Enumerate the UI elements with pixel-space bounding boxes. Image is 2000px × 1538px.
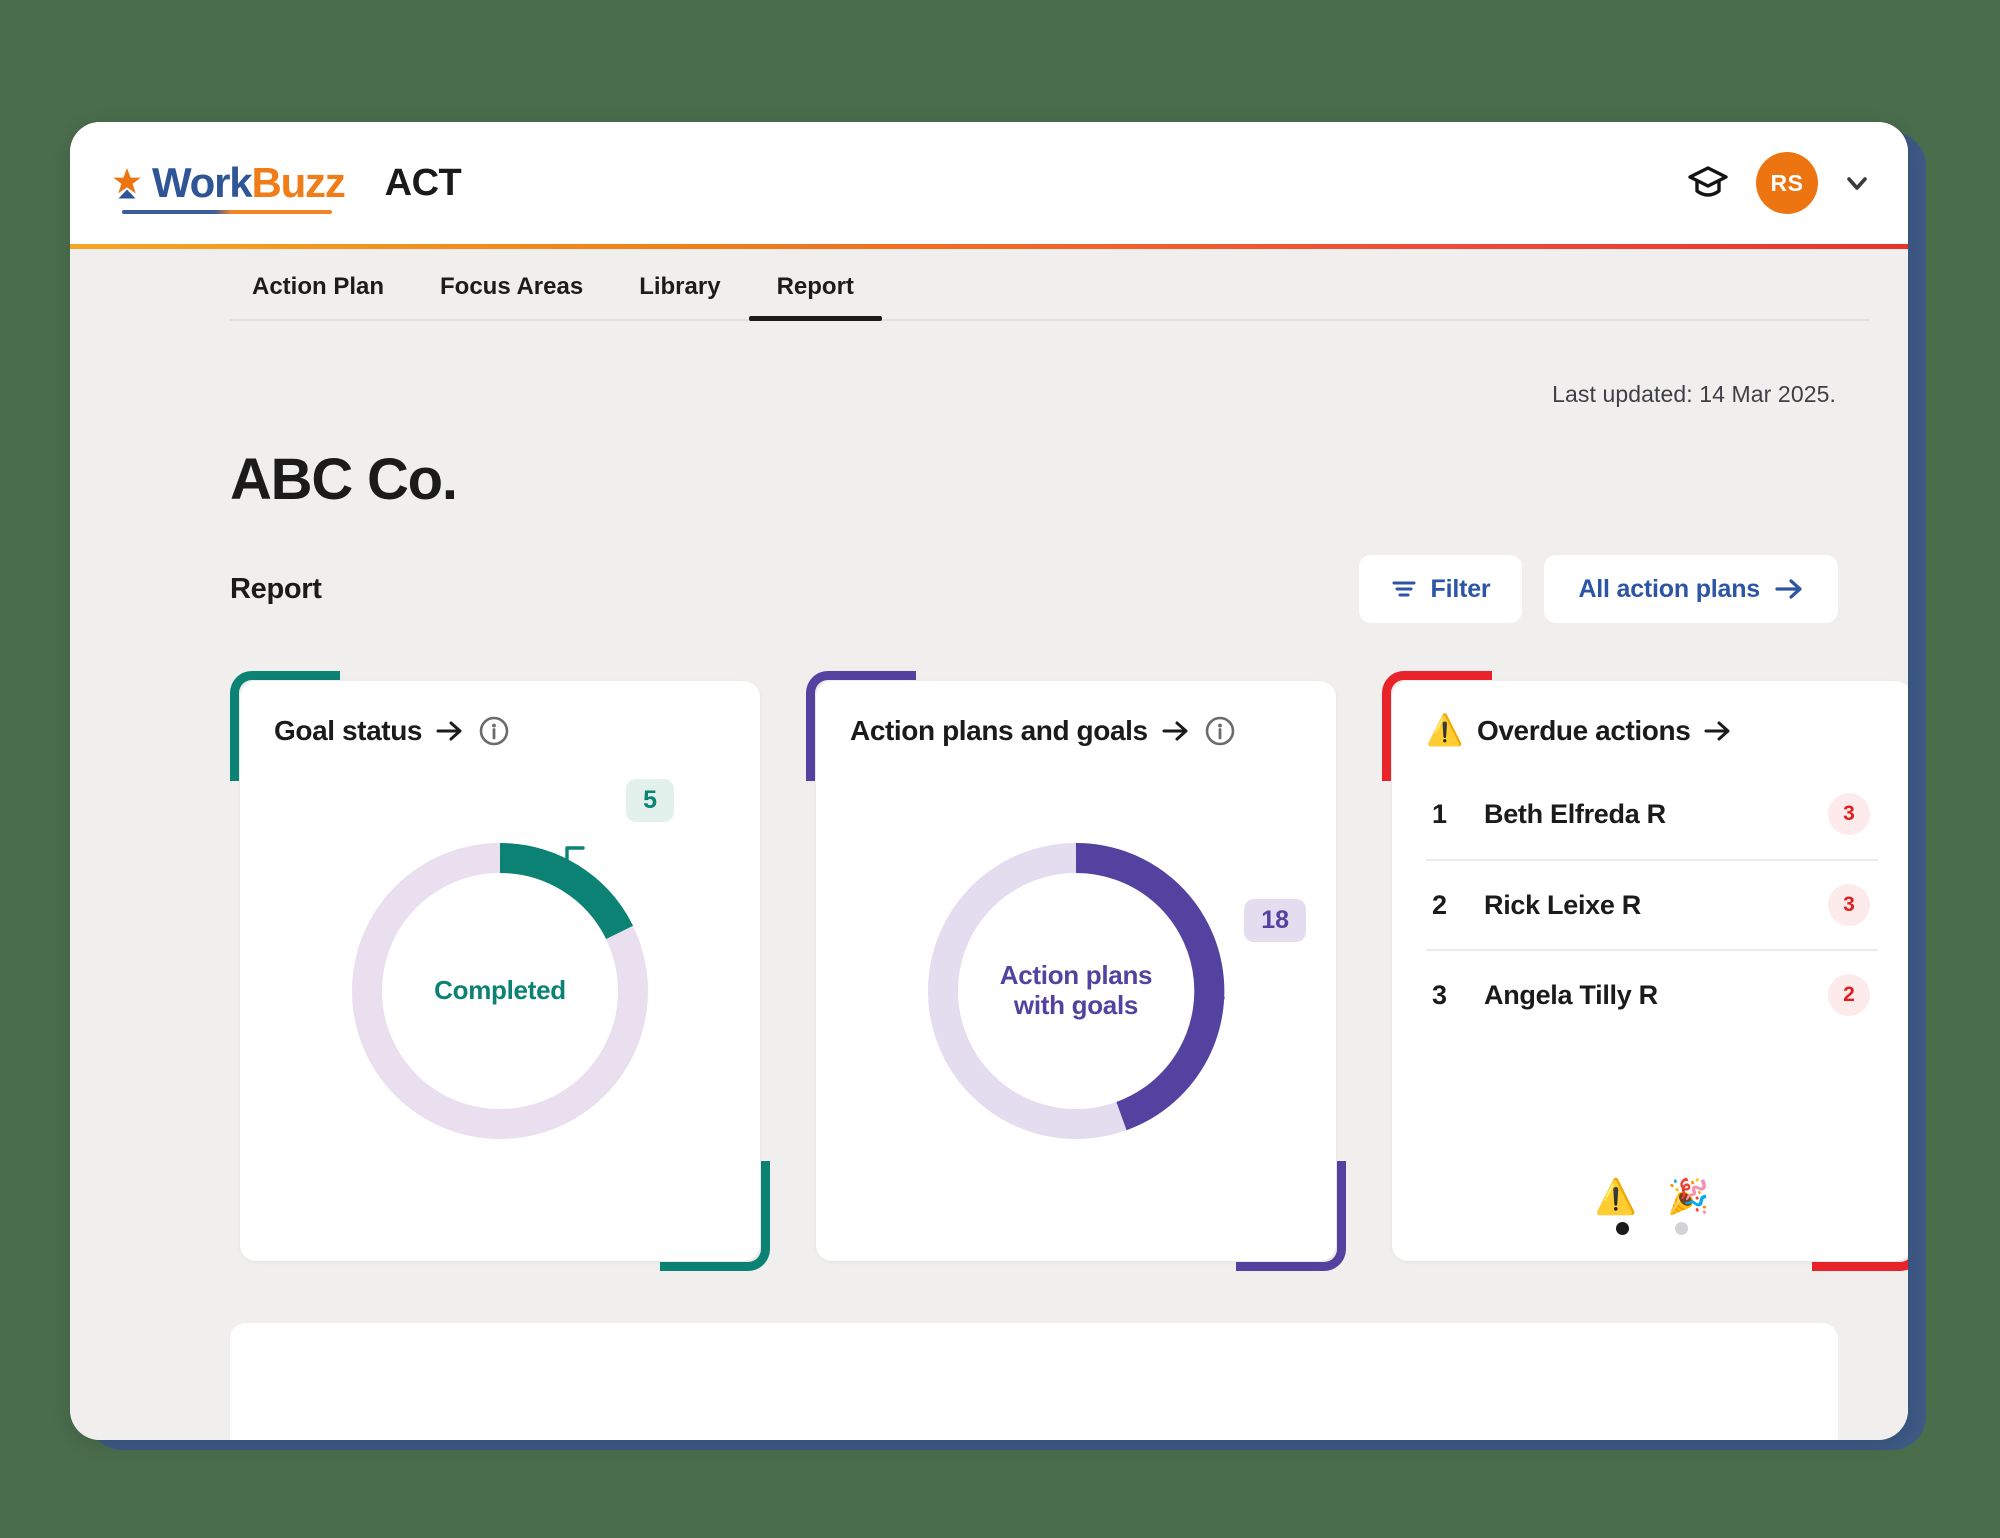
warning-icon: ⚠️ [1426,714,1463,747]
filter-button-label: Filter [1430,574,1491,603]
tab-report[interactable]: Report [748,273,883,321]
goal-status-title: Goal status [274,715,423,746]
action-plans-donut-chart [928,842,1225,1139]
all-action-plans-button[interactable]: All action plans [1544,555,1838,623]
page-title: ABC Co. [230,447,458,512]
card-carousel: ⚠️ 🎉 [1426,1180,1878,1235]
info-circle-icon[interactable] [478,715,510,747]
overdue-actions-card: ⚠️ Overdue actions 1 Beth Elfreda R 3 2 … [1382,671,1908,1271]
arrow-right-icon [436,719,464,743]
filter-icon [1391,576,1417,602]
carousel-dot-1[interactable] [1616,1222,1629,1235]
rank-number: 3 [1432,979,1448,1010]
list-item[interactable]: 3 Angela Tilly R 2 [1426,949,1878,1039]
arrow-right-icon [1774,576,1804,602]
top-bar: WorkBuzz ACT RS [70,122,1908,244]
all-action-plans-label: All action plans [1578,574,1760,603]
person-name: Rick Leixe R [1484,889,1641,920]
arrow-right-icon [1704,719,1732,743]
info-circle-icon[interactable] [1204,715,1236,747]
goal-status-card: Goal status Completed 5 [230,671,770,1271]
warning-icon[interactable]: ⚠️ [1595,1180,1637,1214]
overdue-count-badge: 2 [1828,974,1870,1016]
overdue-title-group[interactable]: ⚠️ Overdue actions [1426,715,1732,747]
action-plans-goals-card: Action plans and goals Action plans with… [806,671,1346,1271]
overdue-list: 1 Beth Elfreda R 3 2 Rick Leixe R 3 3 An… [1426,769,1878,1039]
subhead-row: Report Filter All action plans [230,555,1838,623]
action-plans-title-group[interactable]: Action plans and goals [850,715,1190,747]
goal-status-card-header: Goal status [274,715,726,747]
filter-button[interactable]: Filter [1358,555,1523,623]
star-icon [108,164,146,202]
arrow-right-icon [1162,719,1190,743]
section-title: Report [230,572,322,605]
logo-underline [122,210,332,214]
overdue-card-header: ⚠️ Overdue actions [1426,715,1878,747]
goal-status-donut-chart [352,842,648,1139]
tab-focus-areas[interactable]: Focus Areas [412,273,611,319]
app-tag: ACT [384,161,462,204]
tab-bar: Action Plan Focus Areas Library Report [70,249,1908,321]
bottom-panel [230,1323,1838,1440]
report-actions: Filter All action plans [1358,555,1838,623]
action-plans-value-badge: 18 [1244,899,1306,942]
goal-status-title-group[interactable]: Goal status [274,715,464,747]
overdue-title: Overdue actions [1476,715,1691,746]
goal-status-donut-area: Completed 5 [274,747,726,1235]
graduation-cap-icon[interactable] [1686,161,1730,205]
workbuzz-logo[interactable]: WorkBuzz [108,159,346,206]
carousel-slide-icons: ⚠️ 🎉 [1595,1180,1710,1214]
list-item[interactable]: 2 Rick Leixe R 3 [1426,859,1878,949]
logo-text-work: Work [152,159,253,206]
logo-text-buzz: Buzz [251,159,345,206]
app-window: WorkBuzz ACT RS Action Plan Focus Areas … [70,122,1908,1440]
tab-action-plan[interactable]: Action Plan [230,273,412,319]
person-name: Angela Tilly R [1484,979,1658,1010]
action-plans-title: Action plans and goals [850,715,1148,746]
person-name: Beth Elfreda R [1484,798,1666,829]
list-item[interactable]: 1 Beth Elfreda R 3 [1426,769,1878,859]
carousel-dot-2[interactable] [1675,1222,1688,1235]
overdue-count-badge: 3 [1828,793,1870,835]
avatar[interactable]: RS [1756,152,1818,214]
rank-number: 2 [1432,889,1448,920]
goal-status-value-badge: 5 [626,779,674,822]
overdue-count-badge: 3 [1828,884,1870,926]
top-bar-actions: RS [1686,152,1870,214]
action-plans-donut-area: Action plans with goals 18 [850,747,1306,1235]
party-popper-icon[interactable]: 🎉 [1667,1180,1709,1214]
chevron-down-icon[interactable] [1844,170,1870,196]
tab-library[interactable]: Library [611,273,748,319]
carousel-dots [1616,1222,1688,1235]
rank-number: 1 [1432,798,1448,829]
report-cards: Goal status Completed 5 Action plans and… [230,671,1908,1271]
report-content: Last updated: 14 Mar 2025. ABC Co. Repor… [70,321,1908,1440]
last-updated-text: Last updated: 14 Mar 2025. [1552,381,1836,407]
action-plans-card-header: Action plans and goals [850,715,1302,747]
